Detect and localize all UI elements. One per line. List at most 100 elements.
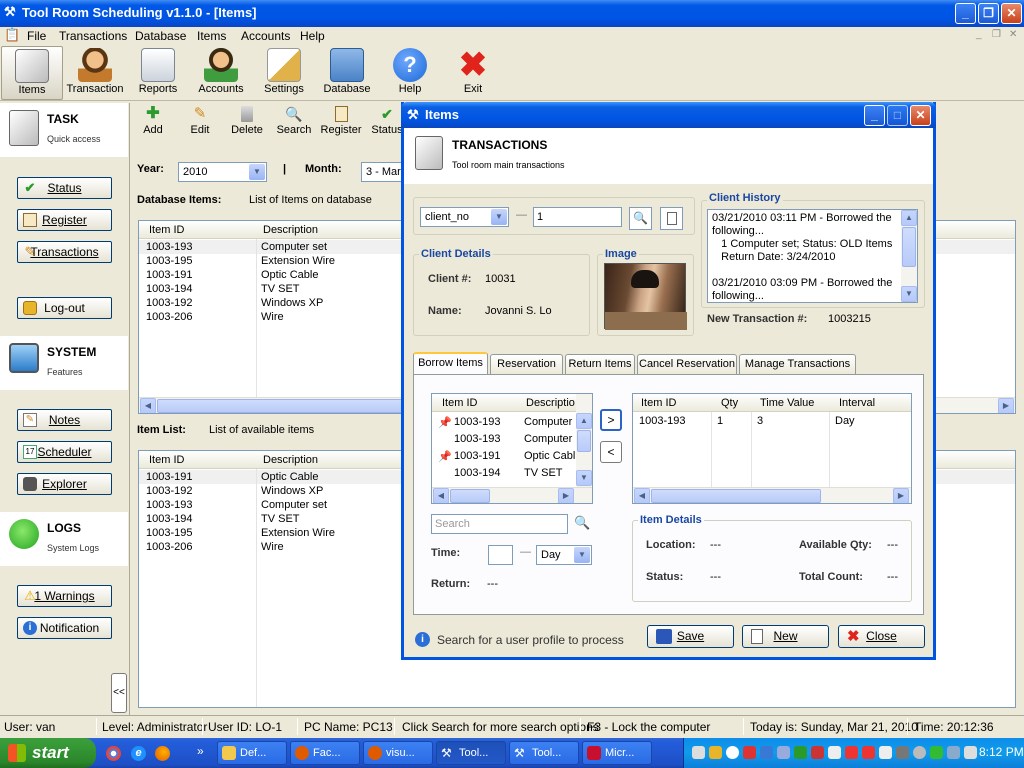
menu-items[interactable]: Items xyxy=(197,29,226,43)
tray-icon[interactable] xyxy=(964,746,977,759)
register-toolbar-button[interactable]: Register xyxy=(320,106,362,136)
new-button[interactable]: New xyxy=(742,625,829,648)
column-item-id[interactable]: Item ID xyxy=(149,454,184,466)
client-history-textarea[interactable]: 03/21/2010 03:11 PM - Borrowed the follo… xyxy=(707,209,918,303)
tab-manage-transactions[interactable]: Manage Transactions xyxy=(739,354,856,374)
taskbar-task[interactable]: ⚒ Tool... xyxy=(509,741,579,765)
menu-help[interactable]: Help xyxy=(300,29,325,43)
column-interval[interactable]: Interval xyxy=(839,397,875,409)
logout-button[interactable]: Log-out xyxy=(17,297,112,319)
tray-icon[interactable] xyxy=(947,746,960,759)
move-left-button[interactable]: < xyxy=(600,441,622,463)
tray-icon[interactable] xyxy=(930,746,943,759)
restore-button[interactable]: ❐ xyxy=(978,3,999,24)
notification-button[interactable]: i 0 Notification xyxy=(17,617,112,639)
scroll-left-icon[interactable]: ◀ xyxy=(433,488,449,503)
scroll-thumb[interactable] xyxy=(450,489,490,503)
list-item[interactable]: 1003-194 TV SET xyxy=(432,466,592,483)
mdi-restore-icon[interactable]: ❐ xyxy=(992,29,1001,40)
status-button[interactable]: ✔ Status xyxy=(17,177,112,199)
start-button[interactable]: start xyxy=(0,738,96,768)
time-input[interactable] xyxy=(488,545,513,565)
scheduler-button[interactable]: 17 Scheduler xyxy=(17,441,112,463)
vertical-scrollbar[interactable]: ▲ ▼ xyxy=(576,394,592,487)
list-item[interactable]: 📌 1003-191 Optic Cabl xyxy=(432,449,592,466)
toolbar-help-button[interactable]: ? Help xyxy=(379,46,441,100)
close-dialog-button[interactable]: ✖ Close xyxy=(838,625,925,648)
dialog-title-bar[interactable]: ⚒ Items _ □ ✕ xyxy=(401,102,936,128)
column-description[interactable]: Description xyxy=(263,224,318,236)
tray-icon[interactable] xyxy=(913,746,926,759)
scroll-thumb[interactable] xyxy=(577,430,591,452)
column-description[interactable]: Description xyxy=(263,454,318,466)
interval-select[interactable]: Day ▼ xyxy=(536,545,592,565)
taskbar-task[interactable]: visu... xyxy=(363,741,433,765)
menu-database[interactable]: Database xyxy=(135,29,186,43)
toolbar-transaction-button[interactable]: Transaction xyxy=(64,46,126,100)
move-right-button[interactable]: > xyxy=(600,409,622,431)
column-item-id[interactable]: Item ID xyxy=(641,397,676,409)
items-search-input[interactable]: Search xyxy=(431,514,568,534)
list-item[interactable]: 1003-193 Computer xyxy=(432,432,592,449)
tray-icon[interactable] xyxy=(760,746,773,759)
tray-icon[interactable] xyxy=(777,746,790,759)
tray-icon[interactable] xyxy=(811,746,824,759)
tab-reservation[interactable]: Reservation xyxy=(490,354,563,374)
taskbar-task[interactable]: Fac... xyxy=(290,741,360,765)
tray-icon[interactable] xyxy=(709,746,722,759)
horizontal-scrollbar[interactable]: ◀ ▶ xyxy=(432,487,592,503)
clock[interactable]: 8:12 PM xyxy=(979,745,1024,759)
tab-borrow-items[interactable]: Borrow Items xyxy=(413,352,488,374)
toolbar-settings-button[interactable]: Settings xyxy=(253,46,315,100)
add-button[interactable]: ✚ Add xyxy=(132,106,174,137)
scroll-up-icon[interactable]: ▲ xyxy=(576,413,592,429)
taskbar-task[interactable]: Def... xyxy=(217,741,287,765)
tab-return-items[interactable]: Return Items xyxy=(565,354,635,374)
firefox-quicklaunch-icon[interactable] xyxy=(155,746,170,761)
column-qty[interactable]: Qty xyxy=(721,397,738,409)
scroll-right-icon[interactable]: ▶ xyxy=(893,488,909,503)
save-button[interactable]: Save xyxy=(647,625,734,648)
search-button[interactable]: 🔍 Search xyxy=(273,106,315,136)
transactions-button[interactable]: ✎ Transactions xyxy=(17,241,112,263)
tray-icon[interactable] xyxy=(794,746,807,759)
year-select[interactable]: 2010 ▼ xyxy=(178,162,267,182)
minimize-button[interactable]: _ xyxy=(955,3,976,24)
scroll-thumb[interactable] xyxy=(651,489,821,503)
taskbar-task-active[interactable]: ⚒ Tool... xyxy=(436,741,506,765)
search-value-input[interactable]: 1 xyxy=(533,207,622,227)
tray-icon[interactable] xyxy=(845,746,858,759)
dialog-close-button[interactable]: ✕ xyxy=(910,105,931,126)
quicklaunch-more-icon[interactable]: » xyxy=(197,744,204,758)
tray-icon[interactable] xyxy=(726,746,739,759)
tray-icon[interactable] xyxy=(743,746,756,759)
scroll-thumb[interactable] xyxy=(157,399,407,413)
chrome-quicklaunch-icon[interactable] xyxy=(106,746,121,761)
toolbar-accounts-button[interactable]: Accounts xyxy=(190,46,252,100)
collapse-panel-button[interactable]: << xyxy=(111,673,127,713)
column-time-value[interactable]: Time Value xyxy=(760,397,814,409)
toolbar-database-button[interactable]: Database xyxy=(316,46,378,100)
borrow-items-grid[interactable]: Item ID Qty Time Value Interval 1003-193… xyxy=(632,393,912,504)
scroll-right-icon[interactable]: ▶ xyxy=(558,488,574,503)
list-item[interactable]: 📌 1003-193 Computer xyxy=(432,415,592,432)
search-icon[interactable]: 🔍 xyxy=(629,207,652,230)
mdi-minimize-icon[interactable]: _ xyxy=(976,29,982,40)
mdi-close-icon[interactable]: ✕ xyxy=(1009,29,1017,40)
column-item-id[interactable]: Item ID xyxy=(442,397,477,409)
scroll-up-icon[interactable]: ▲ xyxy=(901,210,917,226)
scroll-left-icon[interactable]: ◀ xyxy=(634,488,650,503)
search-icon[interactable]: 🔍 xyxy=(574,515,590,531)
tab-cancel-reservation[interactable]: Cancel Reservation xyxy=(637,354,737,374)
menu-accounts[interactable]: Accounts xyxy=(241,29,290,43)
column-item-id[interactable]: Item ID xyxy=(149,224,184,236)
tray-icon[interactable] xyxy=(692,746,705,759)
delete-button[interactable]: Delete xyxy=(226,106,268,136)
close-button[interactable]: ✕ xyxy=(1001,3,1022,24)
scroll-down-icon[interactable]: ▼ xyxy=(901,286,917,302)
search-field-select[interactable]: client_no ▼ xyxy=(420,207,509,227)
edit-button[interactable]: ✎ Edit xyxy=(179,106,221,137)
scroll-down-icon[interactable]: ▼ xyxy=(576,470,592,486)
tray-icon[interactable] xyxy=(896,746,909,759)
available-items-grid[interactable]: Item ID Descriptio 📌 1003-193 Computer 1… xyxy=(431,393,593,504)
